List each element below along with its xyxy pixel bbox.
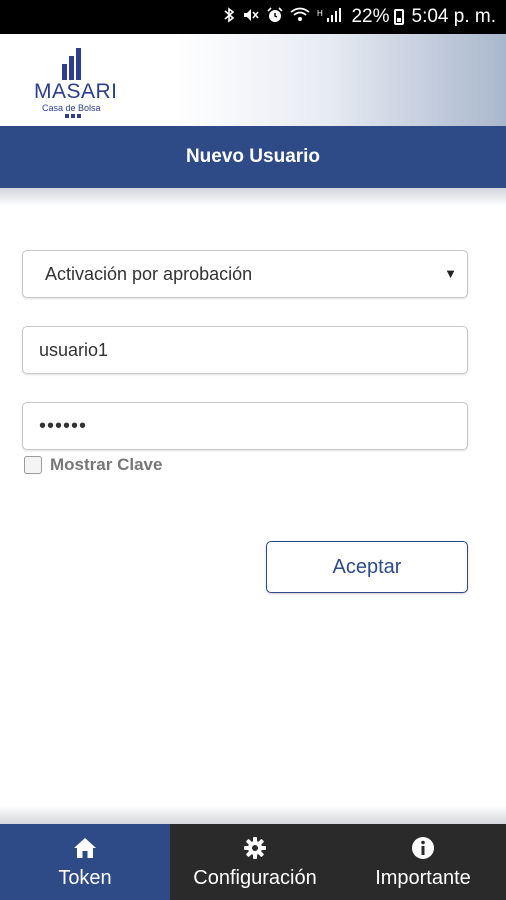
- status-icons: H: [223, 7, 343, 27]
- wifi-icon: [290, 7, 310, 27]
- bottom-nav: Token Configuración Importante: [0, 824, 506, 900]
- activation-select[interactable]: Activación por aprobación ▼: [22, 250, 468, 298]
- show-password-row: Mostrar Clave: [24, 455, 162, 475]
- app-header: MASARI Casa de Bolsa: [0, 34, 506, 126]
- nav-item-configuracion[interactable]: Configuración: [170, 824, 340, 900]
- bluetooth-icon: [223, 7, 235, 27]
- nav-item-label: Token: [58, 866, 112, 889]
- nav-shadow: [0, 806, 506, 824]
- nav-item-label: Importante: [375, 866, 471, 889]
- battery-icon: [393, 9, 404, 25]
- accept-button[interactable]: Aceptar: [266, 541, 468, 593]
- nav-item-label: Configuración: [193, 866, 317, 889]
- username-field[interactable]: [23, 327, 467, 373]
- brand-subtitle: Casa de Bolsa: [42, 103, 101, 113]
- password-field[interactable]: [23, 403, 467, 449]
- home-icon: [73, 835, 97, 861]
- title-bar: Nuevo Usuario: [0, 126, 506, 188]
- signal-icon: H: [317, 7, 343, 27]
- alarm-icon: [267, 7, 284, 27]
- status-bar: H 22% 5:04 p. m.: [0, 0, 506, 34]
- show-password-checkbox[interactable]: [24, 456, 42, 474]
- activation-select-value: Activación por aprobación: [45, 264, 253, 284]
- battery-level: 22%: [351, 6, 390, 27]
- username-field-wrapper: [22, 326, 468, 374]
- brand-name: MASARI: [34, 80, 118, 103]
- gear-icon: [243, 835, 267, 861]
- title-shadow: [0, 188, 506, 206]
- show-password-label[interactable]: Mostrar Clave: [50, 455, 162, 475]
- chevron-down-icon: ▼: [444, 266, 457, 281]
- brand-logo: MASARI Casa de Bolsa: [34, 48, 117, 118]
- password-field-wrapper: [22, 402, 468, 450]
- svg-text:H: H: [317, 9, 323, 18]
- page-title: Nuevo Usuario: [185, 146, 321, 167]
- nav-item-importante[interactable]: Importante: [340, 824, 506, 900]
- nav-item-token[interactable]: Token: [0, 824, 170, 900]
- logo-bars-icon: [62, 48, 84, 80]
- logo-dots-icon: [65, 114, 81, 118]
- clock: 5:04 p. m.: [411, 6, 497, 27]
- mute-icon: [242, 7, 260, 27]
- info-icon: [411, 835, 435, 861]
